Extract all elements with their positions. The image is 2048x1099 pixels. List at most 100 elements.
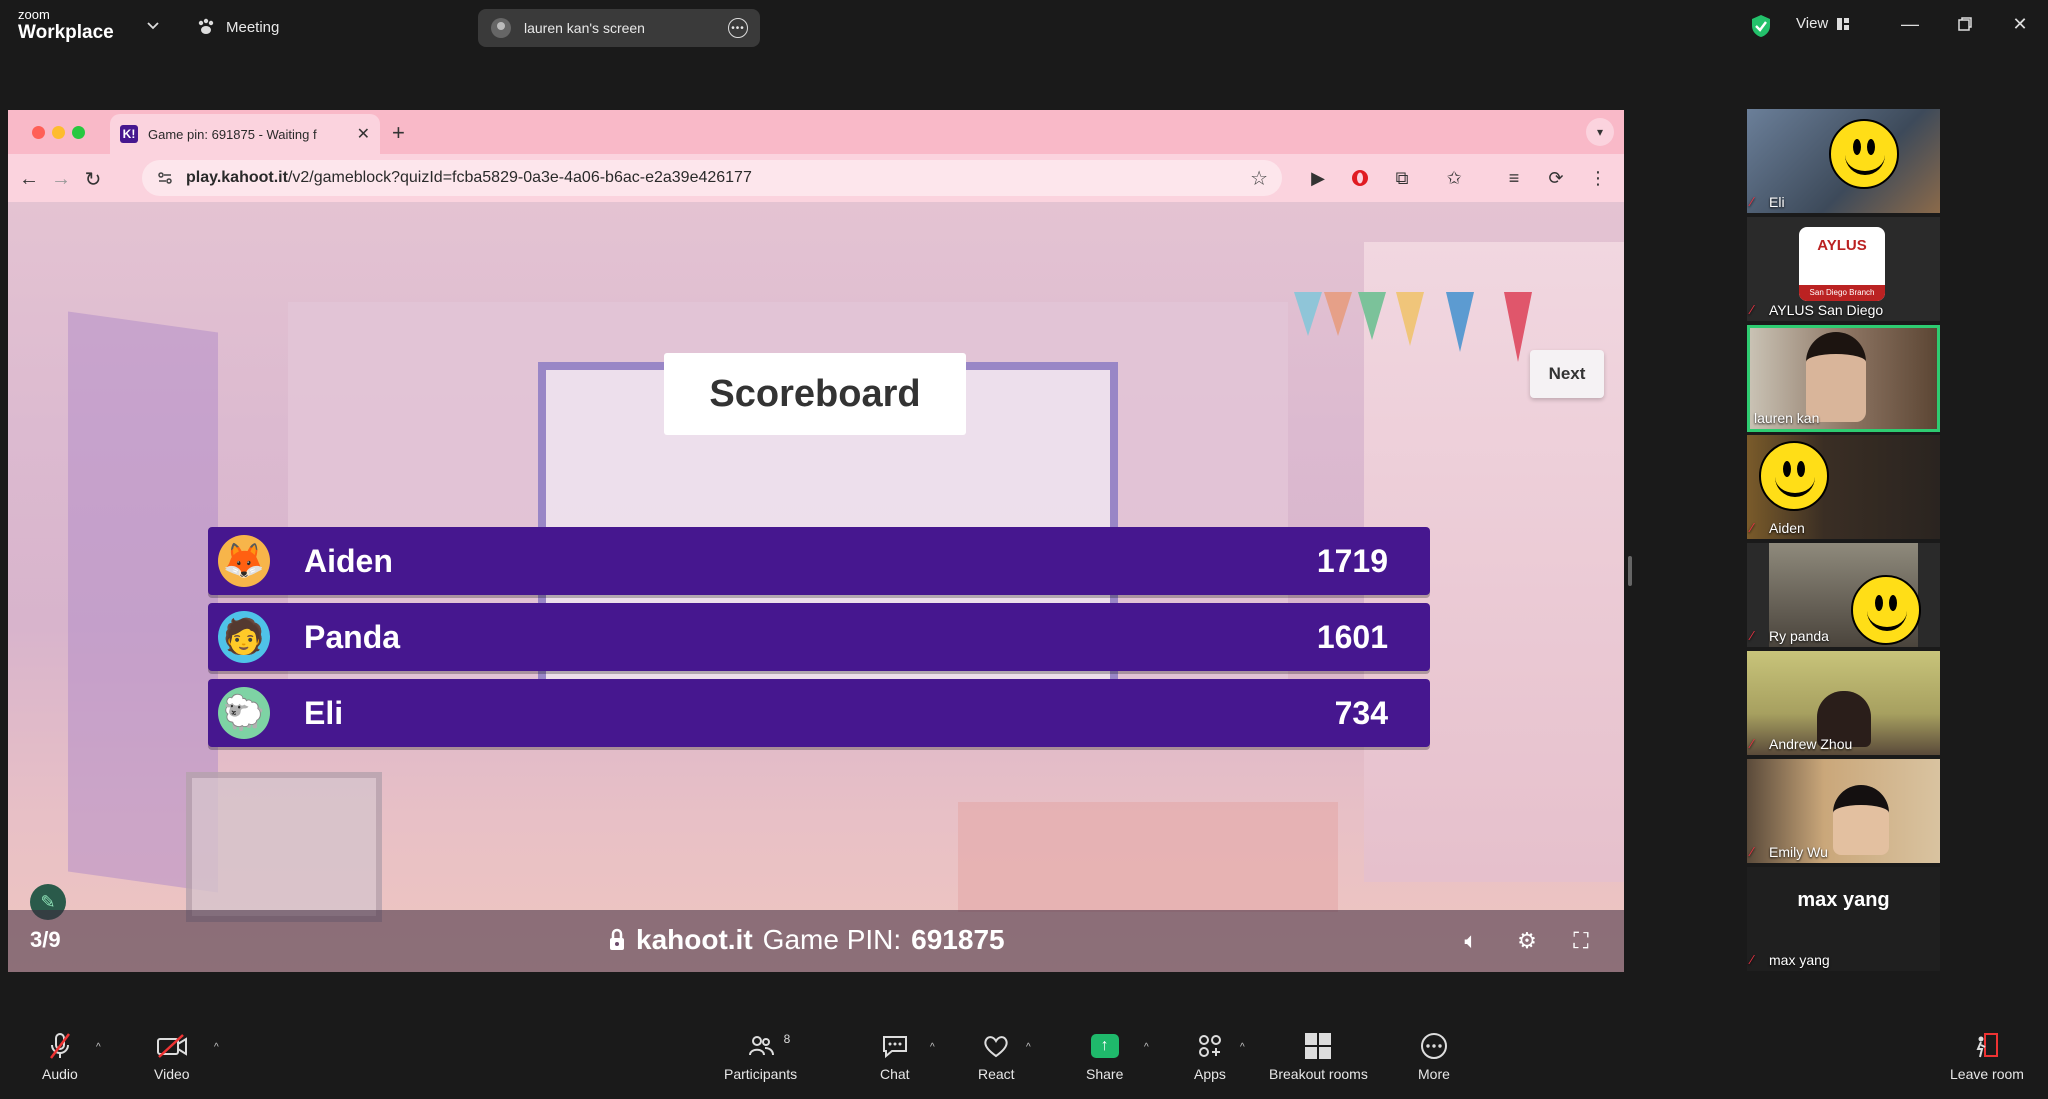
participant-name: max yang [1769, 952, 1830, 968]
browser-tab-bar: K! Game pin: 691875 - Waiting f ✕ + ▾ [8, 110, 1624, 154]
participant-tile[interactable]: ⁄ Aiden [1747, 435, 1940, 539]
screen-share-label: lauren kan's screen [524, 20, 645, 36]
new-tab-icon[interactable]: + [392, 120, 405, 146]
mic-muted-icon: ⁄ [1751, 736, 1754, 751]
opera-extension-icon[interactable] [1348, 166, 1372, 190]
chevron-down-icon[interactable] [146, 18, 160, 32]
browser-tab-kahoot[interactable]: K! Game pin: 691875 - Waiting f ✕ [110, 114, 380, 154]
next-button[interactable]: Next [1530, 350, 1604, 398]
player-name: Eli [304, 694, 344, 731]
view-button[interactable]: View [1796, 15, 1850, 32]
aylus-logo-text: AYLUS [1817, 237, 1867, 254]
mic-muted-icon: ⁄ [1751, 628, 1754, 643]
participant-tile[interactable]: ⁄ Emily Wu [1747, 759, 1940, 863]
reading-list-icon[interactable]: ≡ [1502, 166, 1526, 190]
browser-menu-icon[interactable]: ⋮ [1586, 166, 1610, 190]
meeting-tab[interactable]: Meeting [196, 17, 279, 37]
mic-muted-icon: ⁄ [1751, 844, 1754, 859]
leave-room-button[interactable]: Leave room [1950, 1032, 2024, 1082]
minimize-window-dot-icon[interactable] [52, 126, 65, 139]
close-icon[interactable]: ✕ [2008, 12, 2032, 36]
player-avatar-icon: 🧑 [218, 611, 270, 663]
audio-label: Audio [42, 1066, 78, 1082]
restore-icon[interactable] [1953, 12, 1977, 36]
player-name: Panda [304, 618, 401, 655]
back-icon[interactable]: ← [18, 168, 40, 190]
url-field[interactable]: play.kahoot.it/v2/gameblock?quizId=fcba5… [142, 160, 1282, 196]
video-button[interactable]: Video [154, 1032, 190, 1082]
aylus-logo-subtext: San Diego Branch [1799, 285, 1885, 301]
mic-muted-icon: ⁄ [1751, 952, 1754, 967]
participant-tile[interactable]: ⁄ Ry panda [1747, 543, 1940, 647]
tab-search-icon[interactable]: ▾ [1586, 118, 1614, 146]
bookmark-star-icon[interactable]: ☆ [1250, 166, 1268, 191]
background-laptop [186, 772, 382, 922]
apps-button[interactable]: Apps [1194, 1032, 1226, 1082]
scoreboard-row: 🐑 Eli 734 [208, 679, 1430, 747]
maximize-window-dot-icon[interactable] [72, 126, 85, 139]
participant-label: ⁄ Emily Wu [1751, 844, 1828, 860]
share-button[interactable]: ↑ Share [1086, 1032, 1123, 1082]
smiley-face-icon [1851, 575, 1921, 645]
participant-tile-active-speaker[interactable]: lauren kan [1747, 325, 1940, 432]
participants-icon: 8 [748, 1032, 790, 1060]
apps-options-caret-icon[interactable]: ^ [1240, 1042, 1245, 1053]
react-label: React [978, 1066, 1015, 1082]
react-button[interactable]: React [978, 1032, 1015, 1082]
scoreboard-list: 🦊 Aiden 1719 🧑 Panda 1601 🐑 Eli 734 [208, 527, 1430, 755]
profile-sync-icon[interactable]: ⟳ [1544, 166, 1568, 190]
participants-count-badge: 8 [783, 1032, 791, 1046]
apps-label: Apps [1194, 1066, 1226, 1082]
participant-name: Andrew Zhou [1769, 736, 1853, 752]
breakout-rooms-button[interactable]: Breakout rooms [1269, 1032, 1368, 1082]
audio-button[interactable]: Audio [42, 1032, 78, 1082]
participant-label: ⁄ Andrew Zhou [1751, 736, 1852, 752]
more-options-icon[interactable]: ••• [728, 18, 748, 38]
participants-button[interactable]: 8 Participants [724, 1032, 797, 1082]
participant-display-name: max yang [1797, 889, 1890, 911]
close-window-dot-icon[interactable] [32, 126, 45, 139]
audio-options-caret-icon[interactable]: ^ [96, 1042, 101, 1053]
tab-close-icon[interactable]: ✕ [357, 124, 370, 144]
mic-muted-icon: ⁄ [1751, 302, 1754, 317]
react-options-caret-icon[interactable]: ^ [1026, 1042, 1031, 1053]
kahoot-favicon-icon: K! [120, 125, 138, 143]
scoreboard-title: Scoreboard [664, 353, 966, 435]
participant-person [1833, 785, 1889, 855]
participant-tile[interactable]: max yang ⁄ max yang [1747, 867, 1940, 971]
settings-gear-icon[interactable]: ⚙ [1514, 928, 1540, 954]
site-info-icon[interactable] [156, 169, 174, 187]
zoom-window: zoom Workplace Meeting lauren kan's scre… [0, 0, 2048, 1099]
zoom-workplace-logo[interactable]: zoom Workplace [18, 8, 114, 42]
player-score: 1601 [1316, 618, 1388, 655]
volume-icon[interactable]: 🔈︎ [1458, 928, 1484, 954]
play-extension-icon[interactable]: ▶ [1306, 166, 1330, 190]
logo-workplace-text: Workplace [18, 22, 114, 43]
encryption-shield-icon[interactable] [1750, 14, 1772, 38]
video-options-caret-icon[interactable]: ^ [214, 1042, 219, 1053]
participant-label: ⁄ AYLUS San Diego [1751, 302, 1883, 318]
url-path: /v2/gameblock?quizId=fcba5829-0a3e-4a06-… [287, 169, 752, 186]
more-button[interactable]: More [1418, 1032, 1450, 1082]
minimize-icon[interactable]: — [1898, 12, 1922, 36]
participant-name: Ry panda [1769, 628, 1829, 644]
share-options-caret-icon[interactable]: ^ [1144, 1042, 1149, 1053]
panel-resize-handle[interactable] [1628, 556, 1632, 586]
fullscreen-icon[interactable]: ⛶ [1568, 928, 1594, 954]
reload-icon[interactable]: ↻ [82, 168, 104, 191]
logo-zoom-text: zoom [18, 7, 50, 22]
participant-tile[interactable]: AYLUS San Diego Branch ⁄ AYLUS San Diego [1747, 217, 1940, 321]
bookmarks-icon[interactable]: ✩ [1442, 166, 1466, 190]
participant-name: Eli [1769, 194, 1785, 210]
participant-tile[interactable]: ⁄ Andrew Zhou [1747, 651, 1940, 755]
extensions-puzzle-icon[interactable]: ⧉ [1390, 166, 1414, 190]
forward-icon[interactable]: → [50, 168, 72, 190]
screen-share-indicator[interactable]: lauren kan's screen ••• [478, 9, 760, 47]
chat-options-caret-icon[interactable]: ^ [930, 1042, 935, 1053]
smiley-face-icon [1829, 119, 1899, 189]
scoreboard-row: 🦊 Aiden 1719 [208, 527, 1430, 595]
participant-tile[interactable]: ⁄ Eli [1747, 109, 1940, 213]
meeting-label: Meeting [226, 18, 280, 36]
meeting-controls-toolbar: Audio ^ Video ^ 8 Participants Chat ^ Re… [0, 1020, 2048, 1099]
chat-button[interactable]: Chat [880, 1032, 910, 1082]
